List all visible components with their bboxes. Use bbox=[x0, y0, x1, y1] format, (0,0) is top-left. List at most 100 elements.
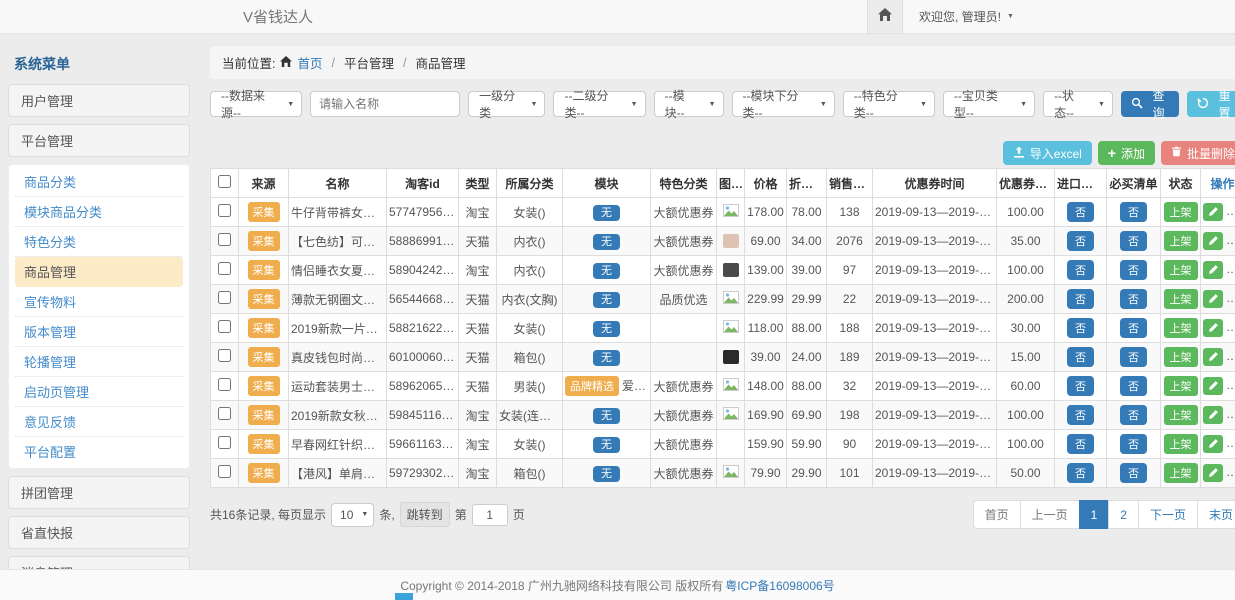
sidebar-item-3[interactable]: 拼团管理 bbox=[8, 476, 190, 509]
status-button[interactable]: 上架 bbox=[1164, 405, 1198, 425]
data-source-select[interactable]: --数据来源--▼ bbox=[210, 91, 302, 117]
status-button[interactable]: 上架 bbox=[1164, 260, 1198, 280]
must-buy-toggle[interactable]: 否 bbox=[1120, 289, 1147, 309]
edit-button[interactable] bbox=[1203, 464, 1223, 482]
must-buy-toggle[interactable]: 否 bbox=[1120, 434, 1147, 454]
page-button-1[interactable]: 1 bbox=[1079, 500, 1110, 529]
cell-type: 天猫 bbox=[459, 343, 497, 372]
must-buy-toggle[interactable]: 否 bbox=[1120, 347, 1147, 367]
page-size-select[interactable]: 10 ▼ bbox=[331, 503, 374, 527]
feature-category-select[interactable]: --特色分类--▼ bbox=[843, 91, 935, 117]
import-select-toggle[interactable]: 否 bbox=[1067, 463, 1094, 483]
import-select-toggle[interactable]: 否 bbox=[1067, 260, 1094, 280]
import-select-toggle[interactable]: 否 bbox=[1067, 289, 1094, 309]
must-buy-toggle[interactable]: 否 bbox=[1120, 260, 1147, 280]
edit-button[interactable] bbox=[1203, 348, 1223, 366]
icp-link[interactable]: 粤ICP备16098006号 bbox=[725, 577, 834, 594]
must-buy-toggle[interactable]: 否 bbox=[1120, 463, 1147, 483]
search-button[interactable]: 查询 bbox=[1121, 91, 1179, 117]
status-button[interactable]: 上架 bbox=[1164, 289, 1198, 309]
sidebar-item-4[interactable]: 省直快报 bbox=[8, 516, 190, 549]
import-select-toggle[interactable]: 否 bbox=[1067, 231, 1094, 251]
edit-button[interactable] bbox=[1203, 290, 1223, 308]
status-button[interactable]: 上架 bbox=[1164, 376, 1198, 396]
sidebar-subitem[interactable]: 平台配置 bbox=[15, 437, 183, 466]
sidebar-subitem[interactable]: 意见反馈 bbox=[15, 407, 183, 437]
cell-taoke-id: 577479560965 bbox=[387, 198, 459, 227]
page-button-末页[interactable]: 末页 bbox=[1197, 500, 1235, 529]
row-checkbox[interactable] bbox=[218, 291, 231, 304]
edit-button[interactable] bbox=[1203, 406, 1223, 424]
row-checkbox[interactable] bbox=[218, 349, 231, 362]
sidebar-subitem[interactable]: 轮播管理 bbox=[15, 347, 183, 377]
import-select-toggle[interactable]: 否 bbox=[1067, 405, 1094, 425]
edit-button[interactable] bbox=[1203, 377, 1223, 395]
item-type-select[interactable]: --宝贝类型--▼ bbox=[943, 91, 1035, 117]
must-buy-toggle[interactable]: 否 bbox=[1120, 202, 1147, 222]
import-excel-button[interactable]: 导入excel bbox=[1003, 141, 1092, 165]
level2-category-select[interactable]: --二级分类--▼ bbox=[553, 91, 645, 117]
module-select[interactable]: --模块--▼ bbox=[654, 91, 724, 117]
select-all-checkbox[interactable] bbox=[218, 175, 231, 188]
cell-sales: 32 bbox=[827, 372, 873, 401]
sidebar-subitem[interactable]: 模块商品分类 bbox=[15, 197, 183, 227]
edit-button[interactable] bbox=[1203, 319, 1223, 337]
import-select-toggle[interactable]: 否 bbox=[1067, 376, 1094, 396]
cell-feature bbox=[651, 343, 717, 372]
row-checkbox[interactable] bbox=[218, 233, 231, 246]
status-button[interactable]: 上架 bbox=[1164, 347, 1198, 367]
search-name-input[interactable] bbox=[310, 91, 460, 117]
edit-button[interactable] bbox=[1203, 203, 1223, 221]
sidebar-subitem[interactable]: 商品管理 bbox=[15, 257, 183, 287]
status-button[interactable]: 上架 bbox=[1164, 463, 1198, 483]
sidebar-subitem[interactable]: 宣传物料 bbox=[15, 287, 183, 317]
must-buy-toggle[interactable]: 否 bbox=[1120, 405, 1147, 425]
jump-page-input[interactable] bbox=[472, 504, 508, 526]
records-count-text: 共16条记录, 每页显示 bbox=[210, 506, 326, 523]
row-checkbox[interactable] bbox=[218, 262, 231, 275]
import-select-toggle[interactable]: 否 bbox=[1067, 202, 1094, 222]
must-buy-toggle[interactable]: 否 bbox=[1120, 318, 1147, 338]
user-menu[interactable]: 欢迎您, 管理员! ▼ bbox=[903, 0, 1235, 33]
cell-coupon-time: 2019-09-13—2019-09-18 bbox=[873, 459, 997, 488]
edit-button[interactable] bbox=[1203, 232, 1223, 250]
sidebar-item-2[interactable]: 平台管理 bbox=[8, 124, 190, 157]
import-select-toggle[interactable]: 否 bbox=[1067, 318, 1094, 338]
row-checkbox[interactable] bbox=[218, 204, 231, 217]
cell-operations bbox=[1201, 343, 1235, 372]
row-checkbox[interactable] bbox=[218, 407, 231, 420]
home-button[interactable] bbox=[867, 0, 903, 33]
sidebar-item-1[interactable]: 用户管理 bbox=[8, 84, 190, 117]
status-button[interactable]: 上架 bbox=[1164, 202, 1198, 222]
bulk-delete-button[interactable]: 批量删除 bbox=[1161, 141, 1235, 165]
module-sub-category-select[interactable]: --模块下分类--▼ bbox=[732, 91, 835, 117]
row-checkbox[interactable] bbox=[218, 320, 231, 333]
status-button[interactable]: 上架 bbox=[1164, 231, 1198, 251]
edit-button[interactable] bbox=[1203, 435, 1223, 453]
sidebar-subitem[interactable]: 商品分类 bbox=[15, 167, 183, 197]
import-select-toggle[interactable]: 否 bbox=[1067, 434, 1094, 454]
edit-button[interactable] bbox=[1203, 261, 1223, 279]
page-button-2[interactable]: 2 bbox=[1108, 500, 1139, 529]
reset-button[interactable]: 重置 bbox=[1187, 91, 1235, 117]
must-buy-toggle[interactable]: 否 bbox=[1120, 231, 1147, 251]
add-button[interactable]: + 添加 bbox=[1098, 141, 1155, 165]
level1-category-select[interactable]: 一级分类▼ bbox=[468, 91, 545, 117]
sidebar-subitem[interactable]: 版本管理 bbox=[15, 317, 183, 347]
edit-icon bbox=[1208, 205, 1219, 220]
must-buy-toggle[interactable]: 否 bbox=[1120, 376, 1147, 396]
import-select-toggle[interactable]: 否 bbox=[1067, 347, 1094, 367]
row-checkbox[interactable] bbox=[218, 436, 231, 449]
row-checkbox[interactable] bbox=[218, 465, 231, 478]
sidebar-subitem[interactable]: 启动页管理 bbox=[15, 377, 183, 407]
status-select[interactable]: --状态--▼ bbox=[1043, 91, 1113, 117]
row-checkbox[interactable] bbox=[218, 378, 231, 391]
page-button-首页[interactable]: 首页 bbox=[973, 500, 1021, 529]
status-button[interactable]: 上架 bbox=[1164, 434, 1198, 454]
status-button[interactable]: 上架 bbox=[1164, 318, 1198, 338]
jump-button[interactable]: 跳转到 bbox=[400, 502, 450, 527]
breadcrumb-home-link[interactable]: 首页 bbox=[297, 53, 322, 72]
page-button-下一页[interactable]: 下一页 bbox=[1138, 500, 1198, 529]
sidebar-subitem[interactable]: 特色分类 bbox=[15, 227, 183, 257]
page-button-上一页[interactable]: 上一页 bbox=[1020, 500, 1080, 529]
